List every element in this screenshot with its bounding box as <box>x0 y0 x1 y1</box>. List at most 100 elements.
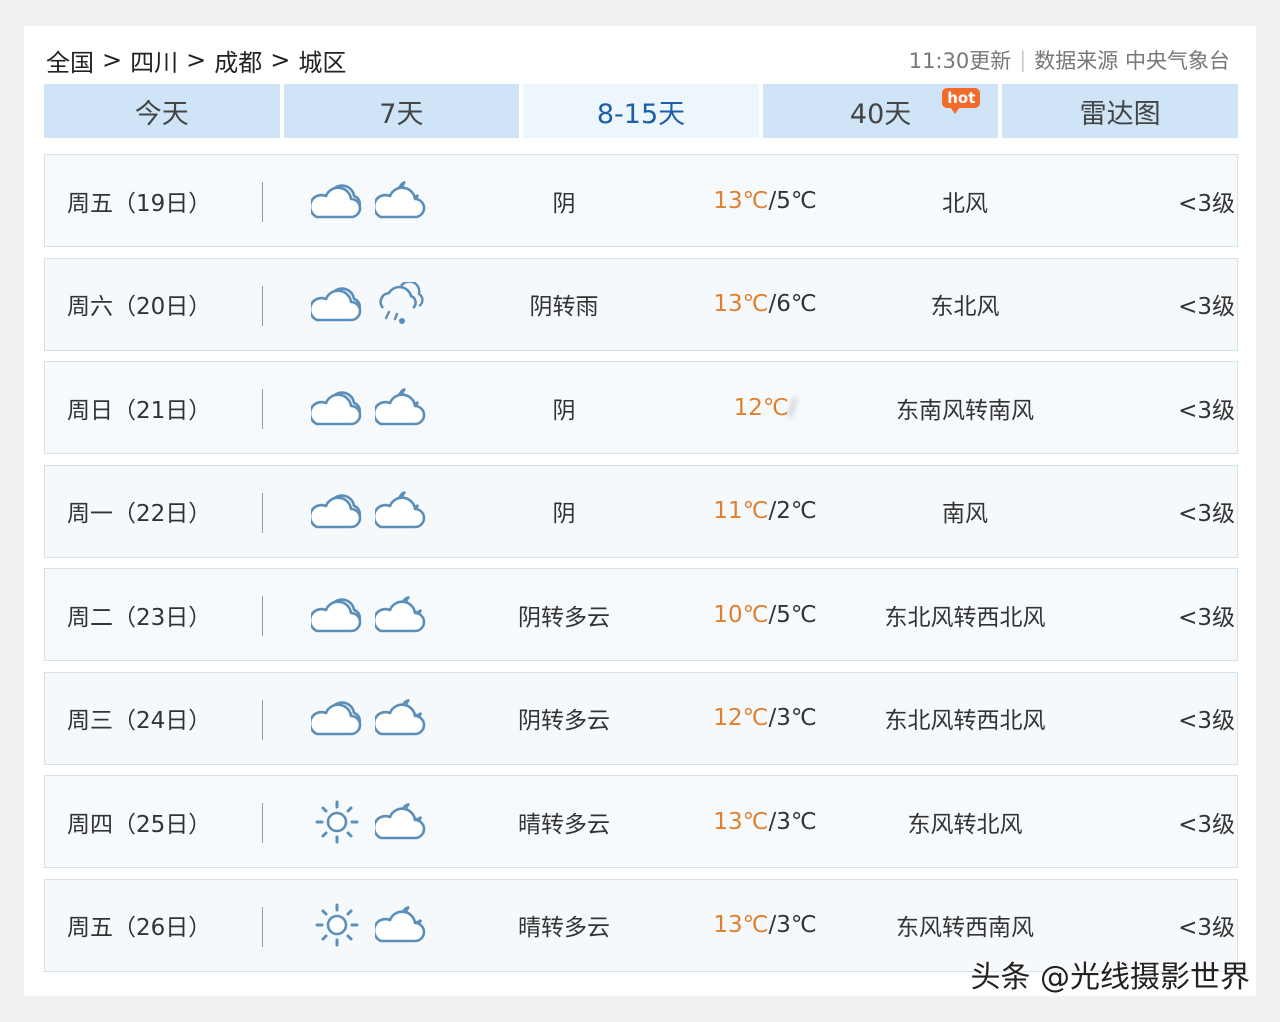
weather-icons <box>263 282 453 326</box>
temperature: 12℃/3℃ <box>675 705 855 731</box>
tab-today[interactable]: 今天 <box>44 84 280 138</box>
cloudy-icon <box>311 491 363 531</box>
wind-level: <3级 <box>1178 708 1235 734</box>
breadcrumb-separator: > <box>270 46 291 74</box>
tab-label: 今天 <box>134 98 189 130</box>
forecast-row[interactable]: 周二（23日） 阴转多云 10℃/5℃ 东北风转西北风 <3级 <box>44 568 1238 661</box>
weather-description: 阴转多云 <box>518 604 610 631</box>
forecast-row[interactable]: 周五（19日） 阴 13℃/5℃ 北风 <3级 <box>44 154 1238 247</box>
forecast-row[interactable]: 周一（22日） 阴 11℃/2℃ 南风 <3级 <box>44 464 1238 558</box>
high-temp: 13℃ <box>713 912 769 938</box>
low-temp: 6℃ <box>776 291 817 317</box>
weather-icons <box>263 180 453 221</box>
breadcrumb-separator: > <box>102 46 123 74</box>
breadcrumb-separator: > <box>186 46 207 74</box>
temperature: 11℃/2℃ <box>675 498 855 524</box>
tab-8-15-days[interactable]: 8-15天 <box>523 84 759 138</box>
wind-direction: 东南风转南风 <box>896 397 1034 424</box>
day-label: 周五（19日） <box>45 155 263 246</box>
weather-description: 晴转多云 <box>518 915 610 941</box>
tab-7-days[interactable]: 7天 <box>283 84 520 138</box>
partly-cloudy-night-icon <box>375 905 427 945</box>
forecast-list: 周五（19日） 阴 13℃/5℃ 北风 <3级 周六（20日） 阴转雨 13℃/… <box>44 154 1238 982</box>
partly-cloudy-night-icon <box>375 802 427 842</box>
sunny-icon <box>311 798 363 846</box>
forecast-row[interactable]: 周四（25日） 晴转多云 13℃/3℃ 东风转北风 <3级 <box>44 775 1238 868</box>
hot-badge: hot <box>942 88 981 114</box>
wind-level: <3级 <box>1178 501 1235 527</box>
wind-direction: 东风转西南风 <box>896 915 1034 941</box>
high-temp: 13℃ <box>713 291 769 317</box>
partly-cloudy-night-icon <box>375 698 427 738</box>
weather-description: 阴 <box>552 397 576 424</box>
weather-icons <box>263 491 453 531</box>
high-temp: 12℃ <box>733 394 789 421</box>
weather-icons <box>263 387 453 428</box>
temperature: 12℃/ <box>675 395 855 421</box>
wind-level: <3级 <box>1178 604 1235 631</box>
weather-description: 阴 <box>552 190 576 217</box>
breadcrumb-district[interactable]: 城区 <box>298 43 346 78</box>
temp-separator: / <box>788 394 797 421</box>
low-temp: 3℃ <box>776 912 817 938</box>
temperature: 13℃/3℃ <box>675 809 855 835</box>
temperature: 10℃/5℃ <box>675 602 855 628</box>
breadcrumb-province[interactable]: 四川 <box>130 43 178 78</box>
weather-description: 阴转多云 <box>518 708 610 734</box>
tab-label: 7天 <box>379 98 424 130</box>
temperature: 13℃/6℃ <box>675 291 855 317</box>
update-meta: 11:30更新 | 数据来源 中央气象台 <box>909 45 1230 75</box>
cloudy-night-icon <box>375 180 427 221</box>
day-label: 周四（25日） <box>45 776 263 867</box>
day-label: 周六（20日） <box>45 259 263 350</box>
high-temp: 11℃ <box>713 498 769 524</box>
low-temp: 3℃ <box>776 808 817 835</box>
high-temp: 13℃ <box>713 187 769 214</box>
weather-description: 阴转雨 <box>529 294 599 320</box>
wind-direction: 东北风转西北风 <box>884 604 1046 631</box>
data-source: 数据来源 中央气象台 <box>1034 49 1230 73</box>
breadcrumb-city[interactable]: 成都 <box>214 43 262 78</box>
wind-level: <3级 <box>1178 190 1235 217</box>
wind-level: <3级 <box>1178 294 1235 320</box>
wind-direction: 东风转北风 <box>907 811 1023 838</box>
breadcrumb: 全国 > 四川 > 成都 > 城区 <box>46 43 346 78</box>
forecast-row[interactable]: 周三（24日） 阴转多云 12℃/3℃ 东北风转西北风 <3级 <box>44 671 1238 765</box>
tab-radar[interactable]: 雷达图 <box>1002 84 1238 138</box>
day-label: 周三（24日） <box>45 673 263 764</box>
partly-cloudy-night-icon <box>375 595 427 635</box>
top-bar: 全国 > 四川 > 成都 > 城区 11:30更新 | 数据来源 中央气象台 <box>46 40 1230 80</box>
temperature: 13℃/5℃ <box>675 188 855 214</box>
weather-description: 阴 <box>552 501 576 527</box>
tab-40-days[interactable]: 40天 hot <box>762 84 999 138</box>
cloudy-night-icon <box>375 387 427 428</box>
weather-icons <box>263 595 453 635</box>
forecast-tabs: 今天 7天 8-15天 40天 hot 雷达图 <box>44 84 1238 138</box>
cloudy-icon <box>311 181 363 221</box>
day-label: 周日（21日） <box>45 362 263 453</box>
forecast-row[interactable]: 周日（21日） 阴 12℃/ 东南风转南风 <3级 <box>44 361 1238 454</box>
wind-direction: 北风 <box>942 190 988 217</box>
wind-direction: 东北风 <box>930 294 1000 320</box>
cloudy-icon <box>311 284 363 324</box>
high-temp: 13℃ <box>713 808 769 835</box>
high-temp: 10℃ <box>713 601 769 628</box>
wind-level: <3级 <box>1178 811 1235 838</box>
weather-icons <box>263 901 453 949</box>
wind-level: <3级 <box>1178 915 1235 941</box>
low-temp: 5℃ <box>776 187 817 214</box>
day-label: 周二（23日） <box>45 569 263 660</box>
forecast-row[interactable]: 周六（20日） 阴转雨 13℃/6℃ 东北风 <3级 <box>44 257 1238 351</box>
wind-direction: 南风 <box>942 501 988 527</box>
cloudy-icon <box>311 698 363 738</box>
tab-label: 雷达图 <box>1079 98 1161 130</box>
wind-level: <3级 <box>1178 397 1235 424</box>
breadcrumb-country[interactable]: 全国 <box>46 43 94 78</box>
low-temp: 5℃ <box>776 601 817 628</box>
meta-divider: | <box>1019 48 1027 72</box>
tab-label: 40天 <box>849 98 912 130</box>
day-label: 周一（22日） <box>45 466 263 557</box>
wind-direction: 东北风转西北风 <box>884 708 1046 734</box>
low-temp: 3℃ <box>776 705 817 731</box>
cloudy-icon <box>311 388 363 428</box>
